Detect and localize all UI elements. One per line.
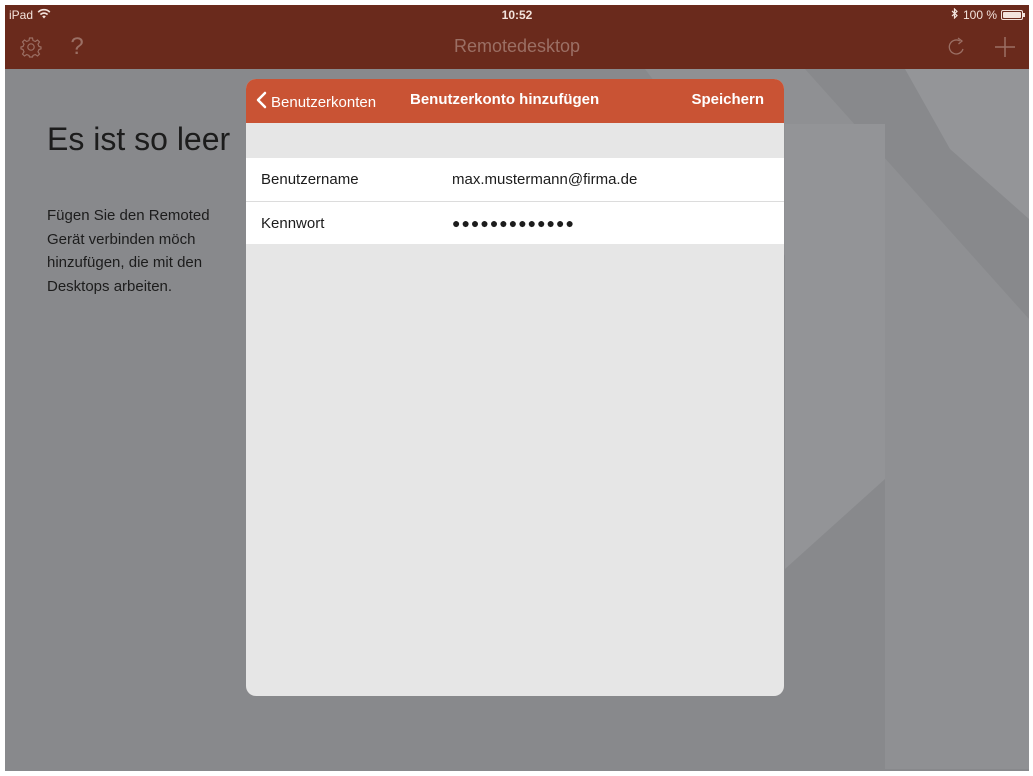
navigation-bar: ? Remotedesktop bbox=[5, 25, 1029, 69]
save-button[interactable]: Speichern bbox=[691, 91, 764, 108]
add-user-account-dialog: Benutzerkonten Benutzerkonto hinzufügen … bbox=[246, 79, 784, 696]
empty-state-title: Es ist so leer bbox=[47, 121, 231, 157]
empty-desc-line: Fügen Sie den Remoted bbox=[47, 207, 210, 224]
password-field[interactable]: ●●●●●●●●●●●●● bbox=[452, 215, 575, 231]
plus-icon[interactable] bbox=[991, 33, 1019, 61]
empty-state-description: Fügen Sie den Remoted Gerät verbinden mö… bbox=[47, 204, 247, 298]
app-title: Remotedesktop bbox=[453, 36, 581, 56]
empty-desc-line: hinzufügen, die mit den bbox=[47, 254, 203, 271]
battery-text: 100 % bbox=[962, 8, 997, 22]
back-button-label: Benutzerkonten bbox=[271, 93, 377, 111]
empty-desc-line: Desktops arbeiten. bbox=[47, 277, 173, 295]
password-row[interactable]: Kennwort ●●●●●●●●●●●●● bbox=[246, 201, 784, 244]
back-button[interactable]: Benutzerkonten bbox=[256, 91, 376, 113]
status-right: 100 % bbox=[951, 7, 1025, 22]
empty-desc-line: Gerät verbinden möch bbox=[47, 230, 196, 248]
status-time: 10:52 bbox=[501, 8, 533, 22]
account-form: Benutzername max.mustermann@firma.de Ken… bbox=[246, 158, 784, 244]
dialog-header: Benutzerkonten Benutzerkonto hinzufügen … bbox=[246, 79, 784, 123]
chevron-left-icon bbox=[256, 91, 267, 113]
battery-icon bbox=[1001, 10, 1025, 20]
username-label: Benutzername bbox=[261, 171, 359, 188]
ipad-screen: iPad 10:52 100 % ? Remotedesktop Es ist … bbox=[5, 5, 1029, 771]
status-bar: iPad 10:52 100 % bbox=[5, 5, 1029, 25]
refresh-icon[interactable] bbox=[943, 33, 971, 61]
password-label: Kennwort bbox=[261, 214, 325, 232]
bluetooth-icon bbox=[951, 7, 959, 22]
battery-fill bbox=[1003, 12, 1021, 18]
username-row[interactable]: Benutzername max.mustermann@firma.de bbox=[246, 158, 784, 201]
dialog-title: Benutzerkonto hinzufügen bbox=[410, 91, 600, 108]
username-field[interactable]: max.mustermann@firma.de bbox=[452, 171, 637, 188]
